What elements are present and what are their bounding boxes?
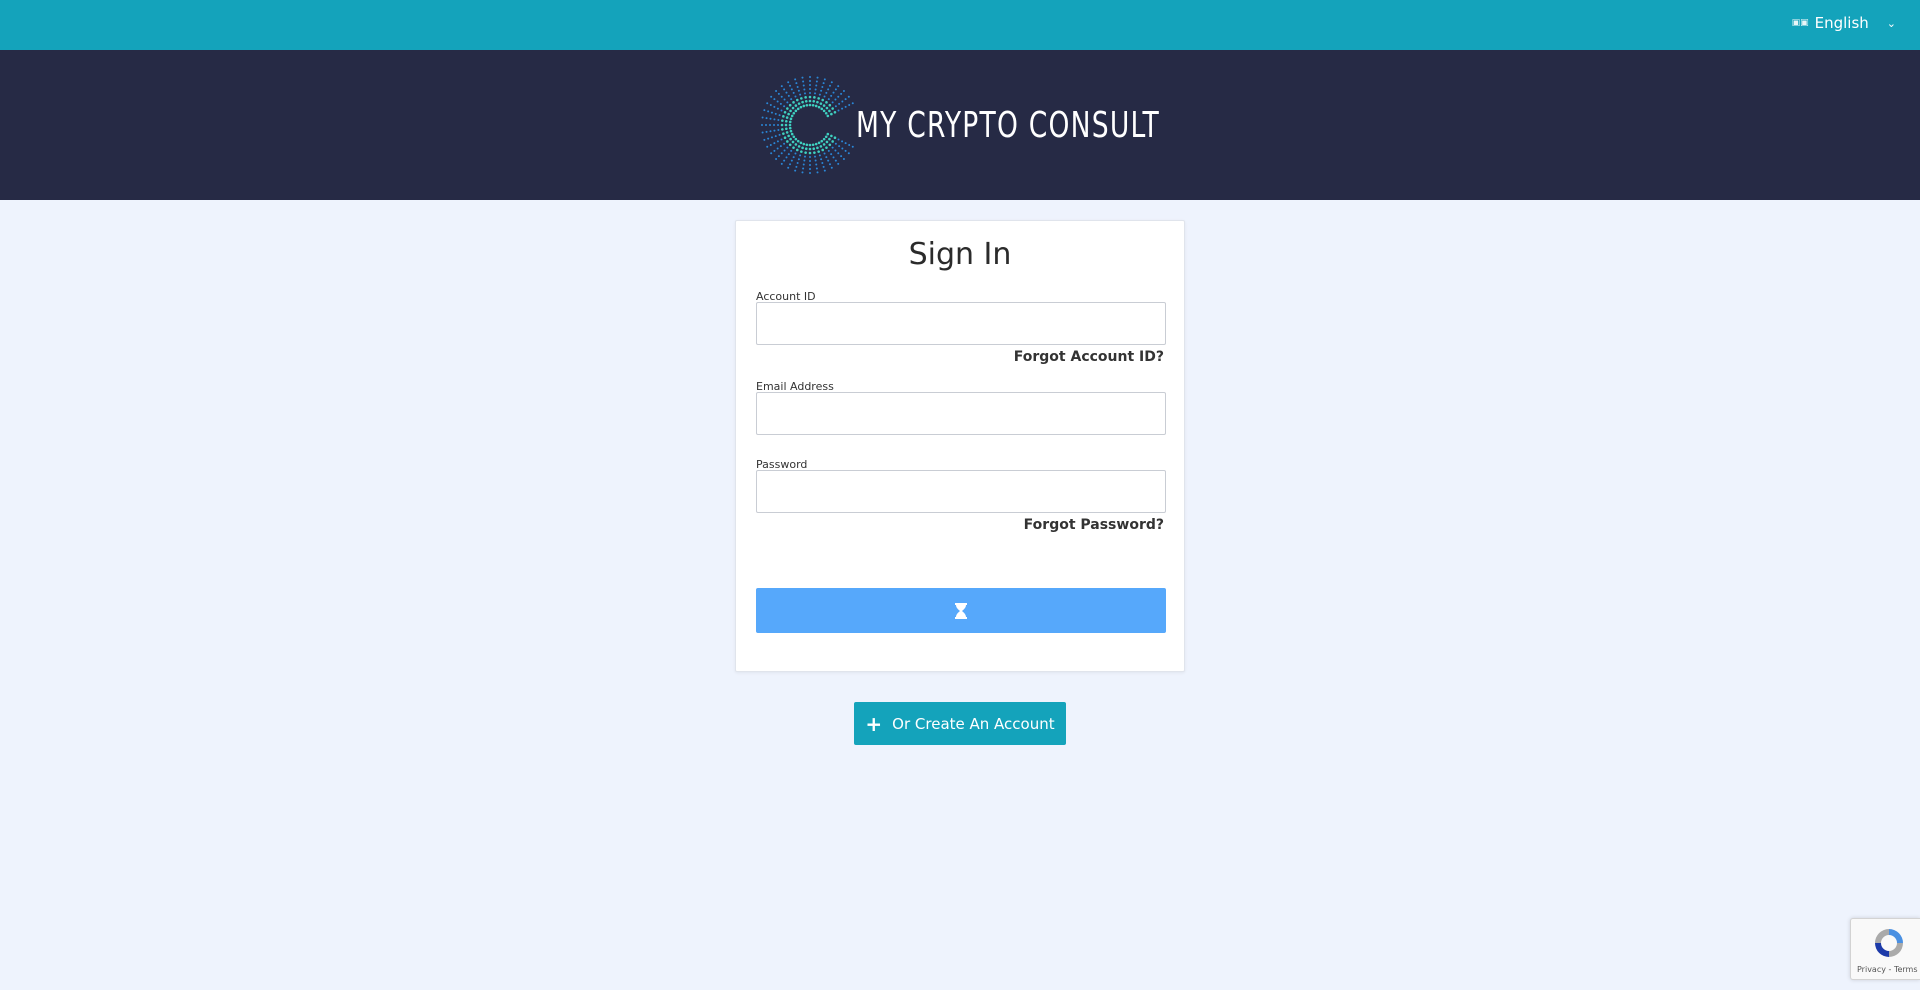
brand-header: MY CRYPTO CONSULT [0,50,1920,200]
forgot-account-id-link[interactable]: Forgot Account ID? [1014,349,1164,365]
create-account-button[interactable]: + Or Create An Account [854,702,1066,745]
recaptcha-privacy-terms[interactable]: Privacy - Terms [1857,965,1918,974]
page-title: Sign In [908,237,1012,272]
recaptcha-badge[interactable]: Privacy - Terms [1850,918,1920,980]
sign-in-button[interactable] [756,588,1166,633]
sign-in-card: Sign In Account ID Forgot Account ID? Em… [735,220,1185,672]
forgot-password-link[interactable]: Forgot Password? [1024,517,1164,533]
hourglass-icon [955,602,967,619]
brand-logo[interactable]: MY CRYPTO CONSULT [758,72,1168,178]
language-label: English [1814,14,1869,32]
email-field[interactable] [756,392,1166,435]
starburst-logo-icon [761,76,854,174]
chevron-down-icon: ⌄ [1886,16,1896,30]
create-account-label: Or Create An Account [892,714,1055,733]
flag-icon: ▣▣ [1791,18,1809,28]
password-field[interactable] [756,470,1166,513]
recaptcha-icon [1875,929,1903,957]
plus-icon: + [865,711,883,736]
brand-name: MY CRYPTO CONSULT [856,104,1160,146]
top-bar: ▣▣ English ⌄ [0,0,1920,50]
language-selector[interactable]: ▣▣ English ⌄ [1792,14,1896,32]
account-id-field[interactable] [756,302,1166,345]
